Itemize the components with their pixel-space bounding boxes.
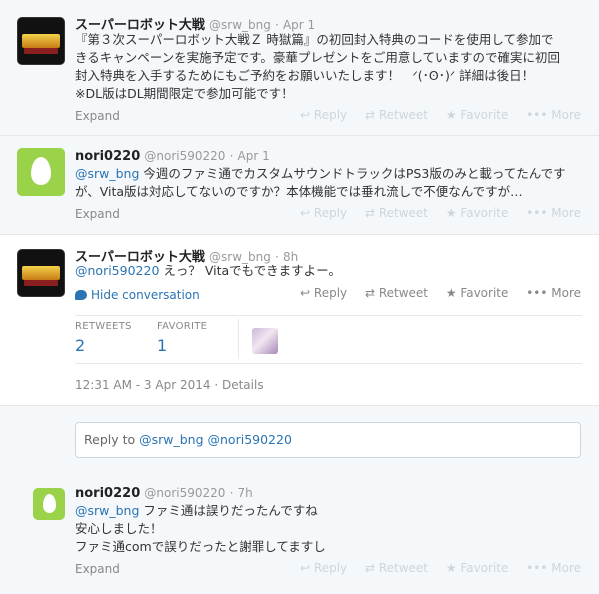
more-button[interactable]: ••• More: [526, 206, 581, 220]
retweets-label: RETWEETS: [75, 321, 132, 332]
tweet-line: 安心しました！: [75, 521, 163, 536]
retweet-button[interactable]: ⇄ Retweet: [365, 108, 428, 122]
tweet-text: 『第３次スーパーロボット大戦Ｚ 時獄篇』の初回封入特典のコードを使用して参加で …: [75, 31, 590, 103]
reply-prefix: Reply to: [84, 432, 140, 447]
mention-link[interactable]: @srw_bng: [75, 166, 139, 181]
reply-button[interactable]: ↩ Reply: [300, 206, 347, 220]
reply-button[interactable]: ↩ Reply: [300, 561, 347, 575]
details-link[interactable]: Details: [222, 378, 264, 392]
favorites-label: FAVORITE: [157, 321, 208, 332]
tweet-line: が、Vita版は対応してないのですか？本体機能では垂れ流しで不便なんですが…: [75, 184, 523, 199]
favorites-count: 1: [157, 336, 168, 355]
divider: [238, 319, 239, 359]
tweet-3-expanded[interactable]: スーパーロボット大戦 @srw_bng · 8h @nori590220 えっ？…: [0, 235, 599, 474]
divider: [75, 363, 582, 364]
tweet-1[interactable]: スーパーロボット大戦 @srw_bng · Apr 1 『第３次スーパーロボット…: [0, 0, 599, 136]
more-button[interactable]: ••• More: [526, 108, 581, 122]
mention-link[interactable]: @nori590220: [75, 263, 159, 278]
tweet-line: 今週のファミ通でカスタムサウンドトラックはPS3版のみと載ってたんです: [139, 166, 566, 181]
tweet-2[interactable]: nori0220 @nori590220 · Apr 1 @srw_bng 今週…: [0, 136, 599, 235]
avatar[interactable]: [17, 17, 65, 65]
favoriter-avatar[interactable]: [252, 328, 278, 354]
hide-conversation-link[interactable]: Hide conversation: [75, 288, 200, 302]
tweet-line: ファミ通は誤りだったんですね: [139, 503, 318, 518]
egg-icon: [31, 157, 51, 185]
hide-conversation-label: Hide conversation: [91, 288, 200, 302]
tweet-actions: ↩ Reply ⇄ Retweet ★ Favorite ••• More: [286, 561, 581, 575]
handle[interactable]: @nori590220: [144, 149, 225, 163]
divider: [75, 315, 582, 316]
tweet-line: 封入特典を入手するためにもご予約をお願いいたします！ ᐟ(･ʘ･)ᐟ 詳細は後日…: [75, 68, 535, 83]
avatar[interactable]: [17, 249, 65, 297]
tweet-line: きるキャンペーンを実施予定です。豪華プレゼントをご用意していますので確実に初回: [75, 50, 561, 65]
expand-link[interactable]: Expand: [75, 207, 120, 221]
expand-link[interactable]: Expand: [75, 562, 120, 576]
mention-link[interactable]: @srw_bng: [75, 503, 139, 518]
tweet-actions: ↩ Reply ⇄ Retweet ★ Favorite ••• More: [286, 286, 581, 300]
tweet-line: 『第３次スーパーロボット大戦Ｚ 時獄篇』の初回封入特典のコードを使用して参加で: [75, 32, 554, 47]
datetime-text[interactable]: 12:31 AM - 3 Apr 2014: [75, 378, 210, 392]
tweet-header: nori0220 @nori590220 · Apr 1: [75, 149, 270, 164]
retweet-button[interactable]: ⇄ Retweet: [365, 206, 428, 220]
reply-button[interactable]: ↩ Reply: [300, 108, 347, 122]
avatar[interactable]: [17, 148, 65, 196]
tweet-text: @srw_bng 今週のファミ通でカスタムサウンドトラックはPS3版のみと載って…: [75, 165, 590, 201]
separator-dot: ·: [229, 486, 234, 500]
conversation-icon: [75, 290, 87, 300]
favorite-button[interactable]: ★ Favorite: [446, 561, 509, 575]
tweet-actions: ↩ Reply ⇄ Retweet ★ Favorite ••• More: [286, 206, 581, 220]
expand-link[interactable]: Expand: [75, 109, 120, 123]
favorite-button[interactable]: ★ Favorite: [446, 108, 509, 122]
tweet-datetime: 12:31 AM - 3 Apr 2014 · Details: [75, 378, 264, 392]
handle[interactable]: @nori590220: [144, 486, 225, 500]
tweet-text: @srw_bng ファミ通は誤りだったんですね 安心しました！ ファミ通comで…: [75, 502, 590, 556]
tweet-line: えっ？ Vitaでもできますよー。: [159, 263, 342, 278]
more-button[interactable]: ••• More: [526, 561, 581, 575]
tweet-header: nori0220 @nori590220 · 7h: [75, 486, 253, 501]
egg-icon: [43, 494, 56, 513]
timestamp[interactable]: Apr 1: [283, 18, 315, 32]
reply-button[interactable]: ↩ Reply: [300, 286, 347, 300]
tweet-actions: ↩ Reply ⇄ Retweet ★ Favorite ••• More: [286, 108, 581, 122]
display-name[interactable]: nori0220: [75, 149, 140, 164]
handle[interactable]: @srw_bng: [209, 18, 271, 32]
retweets-stat[interactable]: RETWEETS 2: [75, 321, 132, 355]
separator-dot: ·: [275, 18, 279, 32]
tweet-4[interactable]: nori0220 @nori590220 · 7h @srw_bng ファミ通は…: [0, 474, 599, 594]
separator-dot: ·: [229, 149, 234, 163]
retweets-count: 2: [75, 336, 86, 355]
timestamp[interactable]: Apr 1: [238, 149, 270, 163]
tweet-line: ファミ通comで誤りだったと謝罪してますし: [75, 539, 326, 554]
reply-input[interactable]: Reply to @srw_bng @nori590220: [75, 422, 581, 458]
favorites-stat[interactable]: FAVORITE 1: [157, 321, 207, 355]
separator-dot: ·: [214, 378, 219, 392]
display-name[interactable]: nori0220: [75, 486, 140, 501]
timestamp[interactable]: 7h: [238, 486, 253, 500]
favorite-button[interactable]: ★ Favorite: [446, 206, 509, 220]
retweet-button[interactable]: ⇄ Retweet: [365, 286, 428, 300]
tweet-line: ※DL版はDL期間限定で参加可能です！: [75, 86, 294, 101]
retweet-button[interactable]: ⇄ Retweet: [365, 561, 428, 575]
more-button[interactable]: ••• More: [526, 286, 581, 300]
avatar[interactable]: [33, 488, 65, 520]
favorite-button[interactable]: ★ Favorite: [446, 286, 509, 300]
tweet-text: @nori590220 えっ？ Vitaでもできますよー。: [75, 262, 590, 280]
reply-handles: @srw_bng @nori590220: [139, 432, 292, 447]
